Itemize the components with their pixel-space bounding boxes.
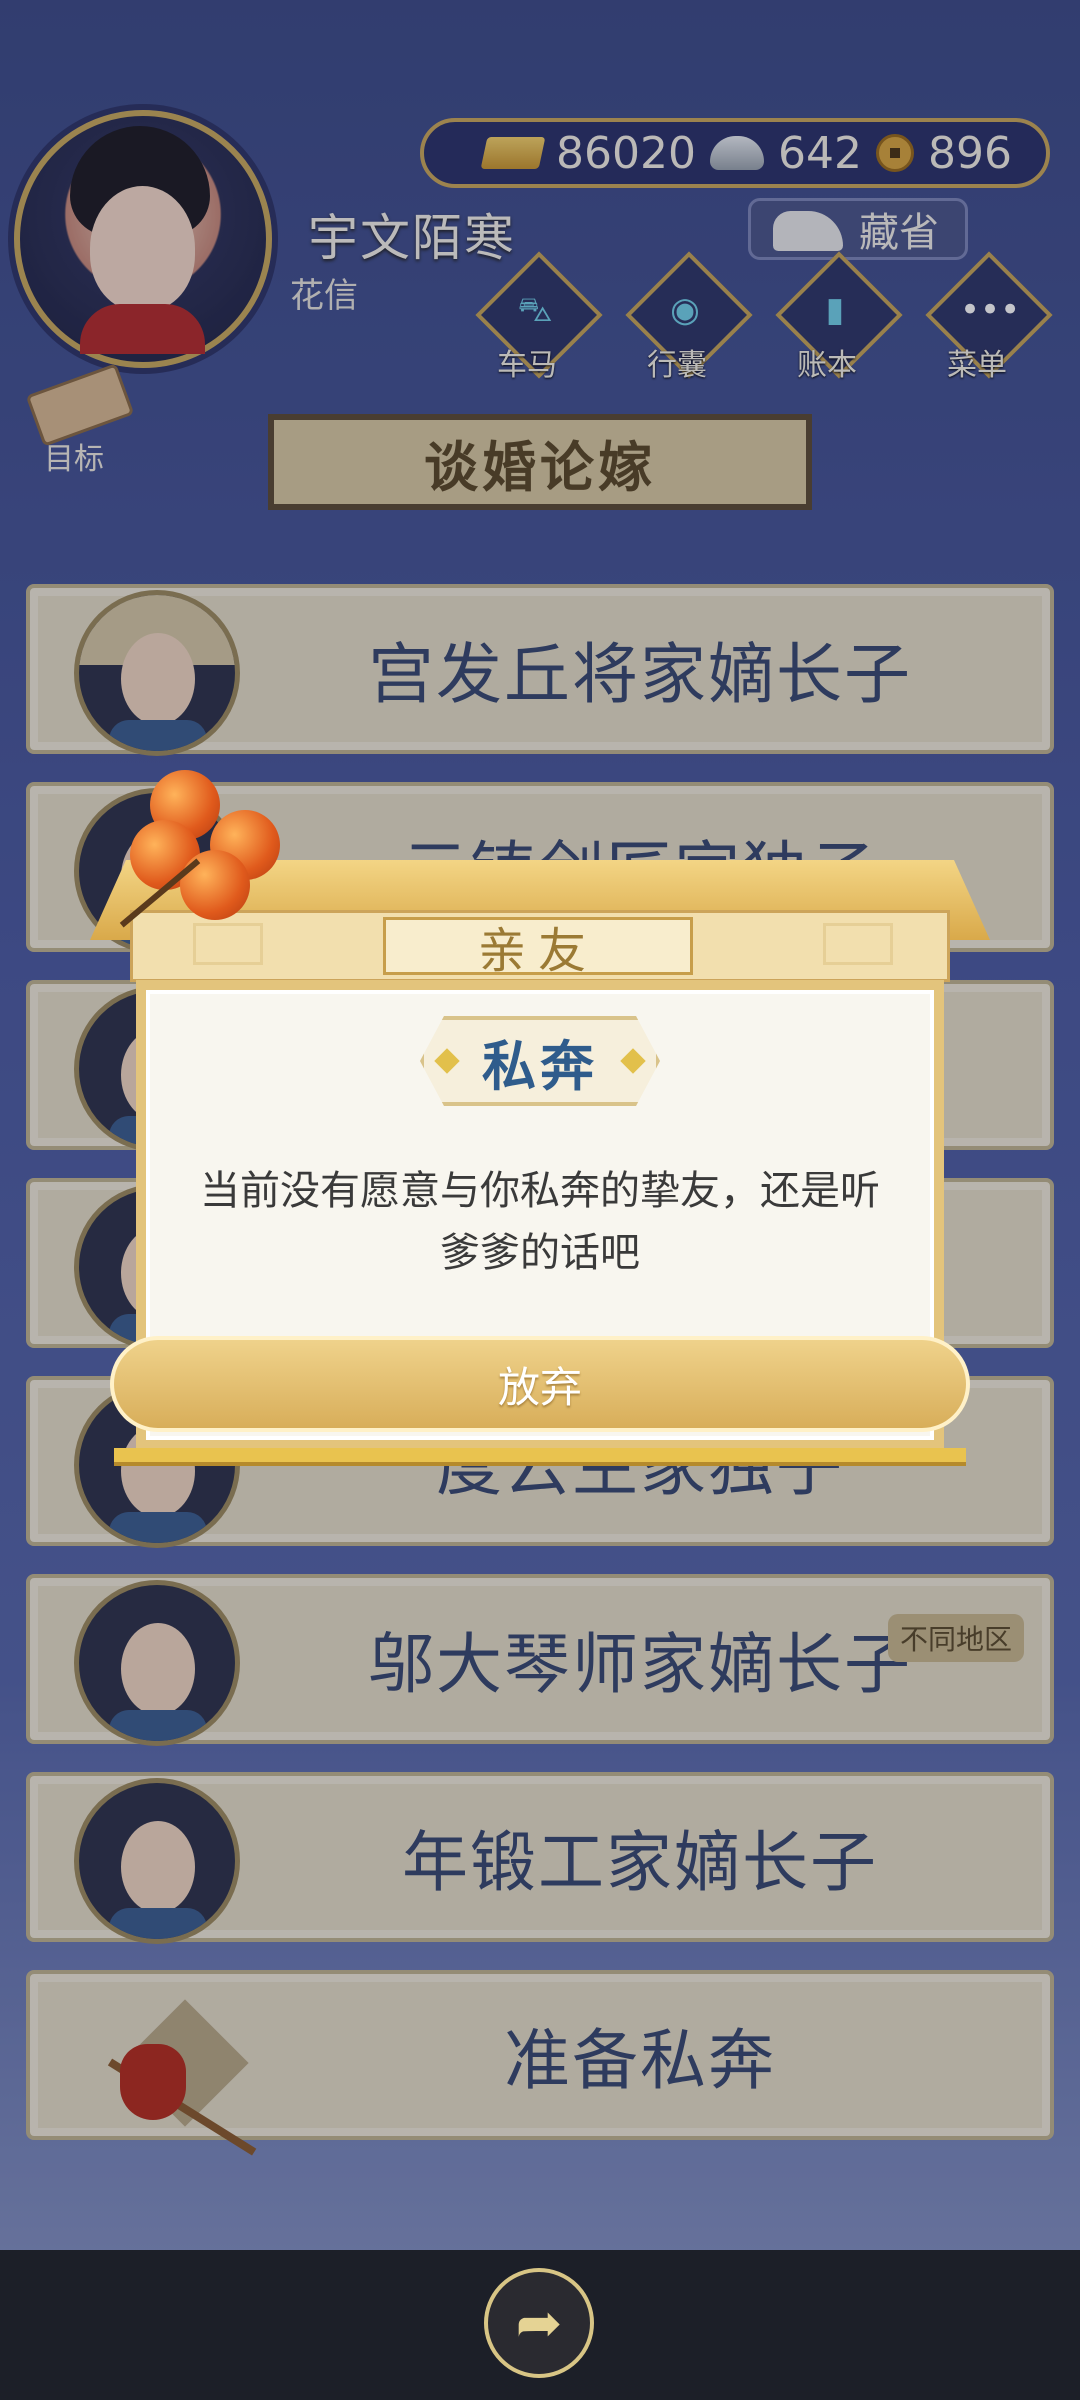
suitor-name: 宫发丘将家嫡长子 (368, 636, 912, 713)
header-ornament (823, 923, 893, 965)
player-name: 宇文陌寒 (308, 209, 516, 267)
bag-icon: ◉ (670, 290, 700, 330)
nav-label: 账本 (797, 348, 857, 383)
prepare-elope-row[interactable]: 准备私奔 (26, 1970, 1054, 2156)
silver-ingot-icon (709, 136, 764, 170)
cang-label: 藏省 (859, 210, 939, 256)
suitor-row[interactable]: 宫发丘将家嫡长子 (26, 584, 1054, 756)
player-avatar[interactable] (14, 110, 272, 368)
carriage-icon: ⛍ (517, 290, 553, 330)
share-button[interactable]: ➦ (484, 2268, 594, 2378)
suitor-name: 年锻工家嫡长子 (402, 1824, 878, 1901)
player-subtitle: 花信 (290, 276, 358, 316)
avatar-robe (80, 304, 205, 354)
give-up-button[interactable]: 放弃 (110, 1336, 970, 1432)
target-button[interactable]: 目标 (20, 363, 135, 477)
candied-haws-icon (90, 770, 310, 970)
nav-bag[interactable]: ◉ 行囊 (622, 251, 753, 383)
prepare-elope-label: 准备私奔 (504, 2022, 776, 2099)
page-title: 谈婚论嫁 (268, 414, 812, 510)
suitor-row[interactable]: 年锻工家嫡长子 (26, 1772, 1054, 1944)
suitor-avatar (74, 1580, 240, 1746)
nav-ledger[interactable]: ▮ 账本 (772, 251, 903, 383)
nav-label: 车马 (497, 348, 557, 383)
bundle-icon (70, 1984, 270, 2156)
region-badge: 不同地区 (887, 1614, 1024, 1662)
gold-value: 86020 (556, 127, 696, 179)
iron-icon (773, 211, 843, 251)
share-icon: ➦ (515, 2290, 563, 2356)
dialog-title-text: 私奔 (482, 1034, 598, 1098)
nav-label: 行囊 (647, 348, 707, 383)
cang-button[interactable]: 藏省 (748, 198, 968, 260)
elope-dialog: 亲友 私奔 当前没有愿意与你私奔的挚友，还是听爹爹的话吧 放弃 (90, 770, 990, 1480)
target-label: 目标 (44, 442, 104, 477)
suitor-avatar (74, 1778, 240, 1944)
menu-icon: ••• (960, 290, 1021, 330)
resource-bar: 86020 642 896 (420, 118, 1050, 188)
nav-carriage[interactable]: ⛍ 车马 (472, 251, 603, 383)
suitor-row[interactable]: 邬大琴师家嫡长子 不同地区 (26, 1574, 1054, 1746)
coin-value: 896 (927, 127, 1012, 179)
dialog-message: 当前没有愿意与你私奔的挚友，还是听爹爹的话吧 (200, 1168, 880, 1276)
copper-coin-icon (875, 134, 914, 172)
nav-label: 菜单 (947, 348, 1007, 383)
ledger-icon: ▮ (825, 290, 845, 330)
dialog-title: 私奔 (420, 1016, 660, 1106)
dialog-tab: 亲友 (383, 917, 693, 979)
silver-value: 642 (777, 127, 862, 179)
gold-ingot-icon (480, 137, 546, 169)
avatar-face (90, 186, 195, 311)
suitor-avatar (74, 590, 240, 756)
nav-menu[interactable]: ••• 菜单 (922, 251, 1053, 383)
dialog-base (114, 1448, 966, 1466)
